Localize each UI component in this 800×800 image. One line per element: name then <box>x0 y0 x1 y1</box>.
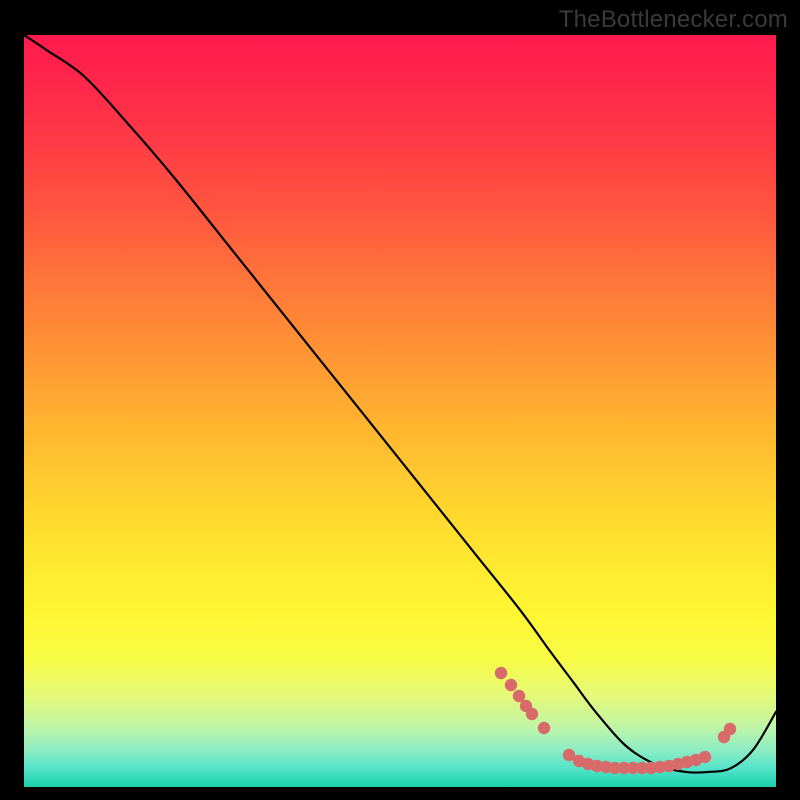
bottleneck-curve <box>24 35 776 787</box>
marker-dot <box>563 749 575 761</box>
marker-dot <box>600 761 612 773</box>
highlight-markers <box>24 35 776 787</box>
marker-dot <box>573 755 585 767</box>
marker-dot <box>654 761 666 773</box>
marker-dot <box>495 667 507 679</box>
marker-dot <box>699 751 711 763</box>
marker-dot <box>627 762 639 774</box>
marker-dot <box>520 700 532 712</box>
marker-dot <box>645 762 657 774</box>
marker-dot <box>526 708 538 720</box>
marker-dot <box>538 722 550 734</box>
marker-dot <box>513 690 525 702</box>
marker-dot <box>724 723 736 735</box>
marker-dot <box>672 758 684 770</box>
marker-dot <box>681 756 693 768</box>
marker-dot <box>591 760 603 772</box>
chart-container: TheBottlenecker.com <box>0 0 800 800</box>
marker-dot <box>582 758 594 770</box>
marker-dot <box>609 762 621 774</box>
marker-dot <box>718 731 730 743</box>
marker-dot <box>690 754 702 766</box>
marker-dot <box>636 762 648 774</box>
marker-dot <box>663 760 675 772</box>
marker-dot <box>505 679 517 691</box>
plot-area <box>24 35 776 787</box>
watermark-label: TheBottlenecker.com <box>559 6 788 34</box>
marker-dot <box>618 762 630 774</box>
